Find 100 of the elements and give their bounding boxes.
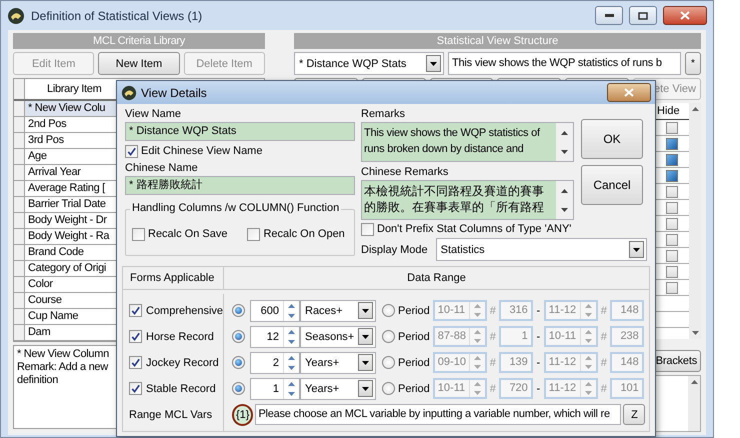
spin-field[interactable]: 1 (250, 378, 300, 400)
up-arrow-icon[interactable] (561, 130, 568, 134)
field-label: View Name (125, 107, 182, 122)
row-header[interactable] (14, 197, 25, 212)
row-header[interactable] (14, 165, 25, 180)
emblem-icon (7, 6, 25, 24)
radio-button[interactable] (382, 356, 395, 369)
description-field[interactable]: This view shows the WQP statistics of runs b (448, 52, 681, 75)
checkbox[interactable] (666, 138, 678, 150)
checkbox[interactable] (666, 154, 678, 166)
spin-field[interactable]: 600 (250, 300, 300, 322)
spin-field[interactable]: 2 (250, 352, 300, 374)
field-label: Remarks (361, 107, 406, 122)
row-header[interactable] (14, 229, 25, 244)
up-arrow-icon[interactable] (561, 188, 568, 192)
unit-select[interactable]: Years+ (300, 352, 376, 374)
checkbox[interactable] (666, 282, 678, 294)
spin-field[interactable]: 12 (250, 326, 300, 348)
view-select[interactable]: * Distance WQP Stats (294, 52, 444, 75)
row-header[interactable] (14, 133, 25, 148)
asterisk-button[interactable]: * (685, 52, 701, 75)
unit-select[interactable]: Seasons+ (300, 326, 376, 348)
down-arrow-icon[interactable] (362, 308, 369, 312)
checkbox[interactable] (129, 382, 142, 395)
input-field[interactable]: Please choose an MCL variable by inputting a variable number, which will re (255, 404, 622, 425)
row-header[interactable] (14, 101, 25, 116)
checkbox[interactable] (666, 202, 678, 214)
display-mode-select[interactable]: Statistics (436, 238, 647, 261)
dialog-button[interactable]: OK (581, 119, 643, 159)
checkbox[interactable] (129, 330, 142, 343)
range-dash: - (536, 382, 541, 394)
checkbox[interactable] (129, 304, 142, 317)
checkbox[interactable] (125, 144, 138, 158)
up-arrow-icon[interactable] (288, 356, 295, 360)
close-icon (680, 11, 690, 20)
minimize-button[interactable] (595, 6, 623, 25)
radio-button[interactable] (232, 330, 245, 343)
remark-text: definition (17, 374, 58, 387)
down-arrow-icon[interactable] (561, 150, 568, 154)
checkbox[interactable] (666, 250, 678, 262)
remark-line: 的勝敗。在賽事表單的「所有路程 (364, 199, 544, 215)
checkbox[interactable] (666, 122, 678, 134)
up-arrow-icon[interactable] (288, 382, 295, 386)
dialog-button[interactable]: Cancel (581, 165, 643, 205)
row-header[interactable] (14, 79, 25, 99)
input-field[interactable]: * 路程勝敗統計 (125, 176, 355, 195)
dialog-title: View Details (141, 86, 207, 100)
checkbox[interactable] (666, 234, 678, 246)
number-mark: # (490, 356, 496, 368)
input-field[interactable]: * Distance WQP Stats (125, 122, 355, 141)
down-arrow-icon[interactable] (430, 62, 437, 66)
checkbox-label: Recalc On Open (263, 228, 345, 240)
down-arrow-icon[interactable] (362, 360, 369, 364)
radio-button[interactable] (382, 304, 395, 317)
scrollbar[interactable] (689, 103, 701, 339)
down-arrow-icon[interactable] (362, 334, 369, 338)
up-arrow-icon[interactable] (692, 107, 698, 111)
row-header[interactable] (14, 277, 25, 292)
checkbox[interactable] (666, 266, 678, 278)
row-header[interactable] (14, 261, 25, 276)
close-button[interactable] (607, 83, 651, 102)
text-area[interactable]: 本檢視統計不同路程及賽道的賽事 的勝敗。在賽事表單的「所有路程 (361, 180, 574, 220)
checkbox[interactable] (666, 218, 678, 230)
radio-button[interactable] (232, 304, 245, 317)
radio-button[interactable] (232, 356, 245, 369)
text-area[interactable]: This view shows the WQP statistics of runs broken down by distance and (361, 122, 574, 162)
close-button[interactable] (663, 6, 707, 25)
row-header[interactable] (14, 181, 25, 196)
toolbar-button[interactable]: New Item (98, 52, 180, 75)
checkbox[interactable] (132, 228, 145, 240)
checkbox[interactable] (247, 228, 260, 240)
row-header[interactable] (14, 245, 25, 260)
unit-select[interactable]: Races+ (300, 300, 376, 322)
row-header[interactable] (14, 149, 25, 164)
checkbox[interactable] (361, 222, 374, 236)
down-arrow-icon[interactable] (633, 248, 640, 252)
remark-text: * New View Column (17, 348, 109, 361)
row-header[interactable] (14, 309, 25, 324)
up-arrow-icon[interactable] (288, 330, 295, 334)
up-arrow-icon[interactable] (690, 380, 698, 384)
unit-select[interactable]: Years+ (300, 378, 376, 400)
number-mark: # (490, 330, 496, 342)
checkbox[interactable] (129, 356, 142, 369)
up-arrow-icon[interactable] (288, 304, 295, 308)
row-header[interactable] (14, 293, 25, 308)
maximize-button[interactable] (629, 6, 657, 25)
down-arrow-icon[interactable] (362, 386, 369, 390)
radio-button[interactable] (232, 382, 245, 395)
z-button[interactable]: Z (623, 404, 646, 425)
number-mark: # (600, 330, 607, 342)
row-header[interactable] (14, 117, 25, 132)
radio-button[interactable] (382, 330, 395, 343)
checkbox-label: Don't Prefix Stat Columns of Type 'ANY' (377, 223, 572, 235)
radio-button[interactable] (382, 382, 395, 395)
row-header[interactable] (14, 325, 25, 340)
remark-text: Remark: Add a new (17, 361, 108, 374)
row-header[interactable] (14, 213, 25, 228)
down-arrow-icon[interactable] (561, 208, 568, 212)
checkbox[interactable] (666, 186, 678, 198)
checkbox[interactable] (666, 170, 678, 182)
